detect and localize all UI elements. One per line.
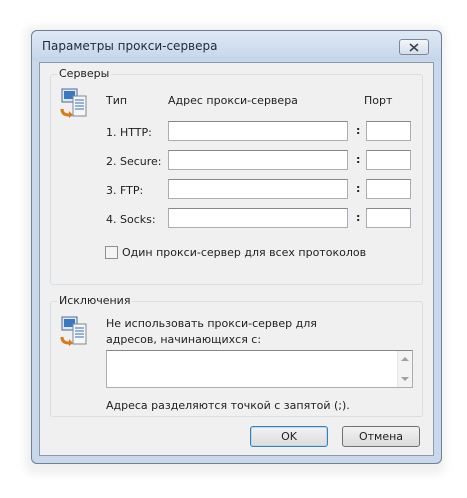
exceptions-group: Исключения Не использовать прокси-сервер… (50, 294, 423, 417)
secure-address-input[interactable] (168, 150, 348, 170)
proxy-settings-dialog: Параметры прокси-сервера Серверы Тип Адр… (31, 30, 442, 464)
scroll-down-icon[interactable] (401, 377, 409, 381)
socks-label: 4. Socks: (106, 213, 156, 226)
servers-group-label: Серверы (57, 67, 112, 80)
column-port-label: Порт (364, 94, 393, 107)
http-label: 1. HTTP: (106, 126, 152, 139)
socks-colon: : (356, 211, 361, 224)
title-bar[interactable]: Параметры прокси-сервера (32, 31, 441, 61)
exceptions-textarea[interactable] (106, 350, 413, 388)
ok-button[interactable]: OK (250, 426, 328, 447)
close-icon (409, 42, 419, 52)
ftp-port-input[interactable] (366, 179, 411, 199)
http-port-input[interactable] (366, 121, 411, 141)
ftp-colon: : (356, 182, 361, 195)
exceptions-group-label: Исключения (57, 294, 133, 307)
secure-colon: : (356, 153, 361, 166)
socks-address-input[interactable] (168, 208, 348, 228)
column-address-label: Адрес прокси-сервера (168, 94, 298, 107)
http-colon: : (356, 124, 361, 137)
exceptions-scrollbar[interactable] (397, 351, 412, 387)
http-address-input[interactable] (168, 121, 348, 141)
secure-label: 2. Secure: (106, 155, 162, 168)
exceptions-icon (60, 316, 87, 346)
same-proxy-checkbox[interactable] (105, 246, 118, 259)
column-type-label: Тип (106, 94, 128, 107)
window-title: Параметры прокси-сервера (42, 39, 218, 53)
servers-group: Серверы Тип Адрес прокси-сервера Порт 1.… (50, 67, 423, 285)
close-button[interactable] (399, 39, 429, 55)
secure-port-input[interactable] (366, 150, 411, 170)
dialog-client-area: Серверы Тип Адрес прокси-сервера Порт 1.… (39, 62, 434, 456)
ftp-label: 3. FTP: (106, 184, 144, 197)
scroll-up-icon[interactable] (401, 357, 409, 361)
proxy-server-icon (60, 88, 87, 118)
same-proxy-label[interactable]: Один прокси-сервер для всех протоколов (122, 246, 366, 259)
exceptions-hint: Адреса разделяются точкой с запятой (;). (106, 399, 350, 412)
socks-port-input[interactable] (366, 208, 411, 228)
ftp-address-input[interactable] (168, 179, 348, 199)
exceptions-description: Не использовать прокси-сервер для адресо… (106, 317, 317, 346)
cancel-button[interactable]: Отмена (342, 426, 420, 447)
